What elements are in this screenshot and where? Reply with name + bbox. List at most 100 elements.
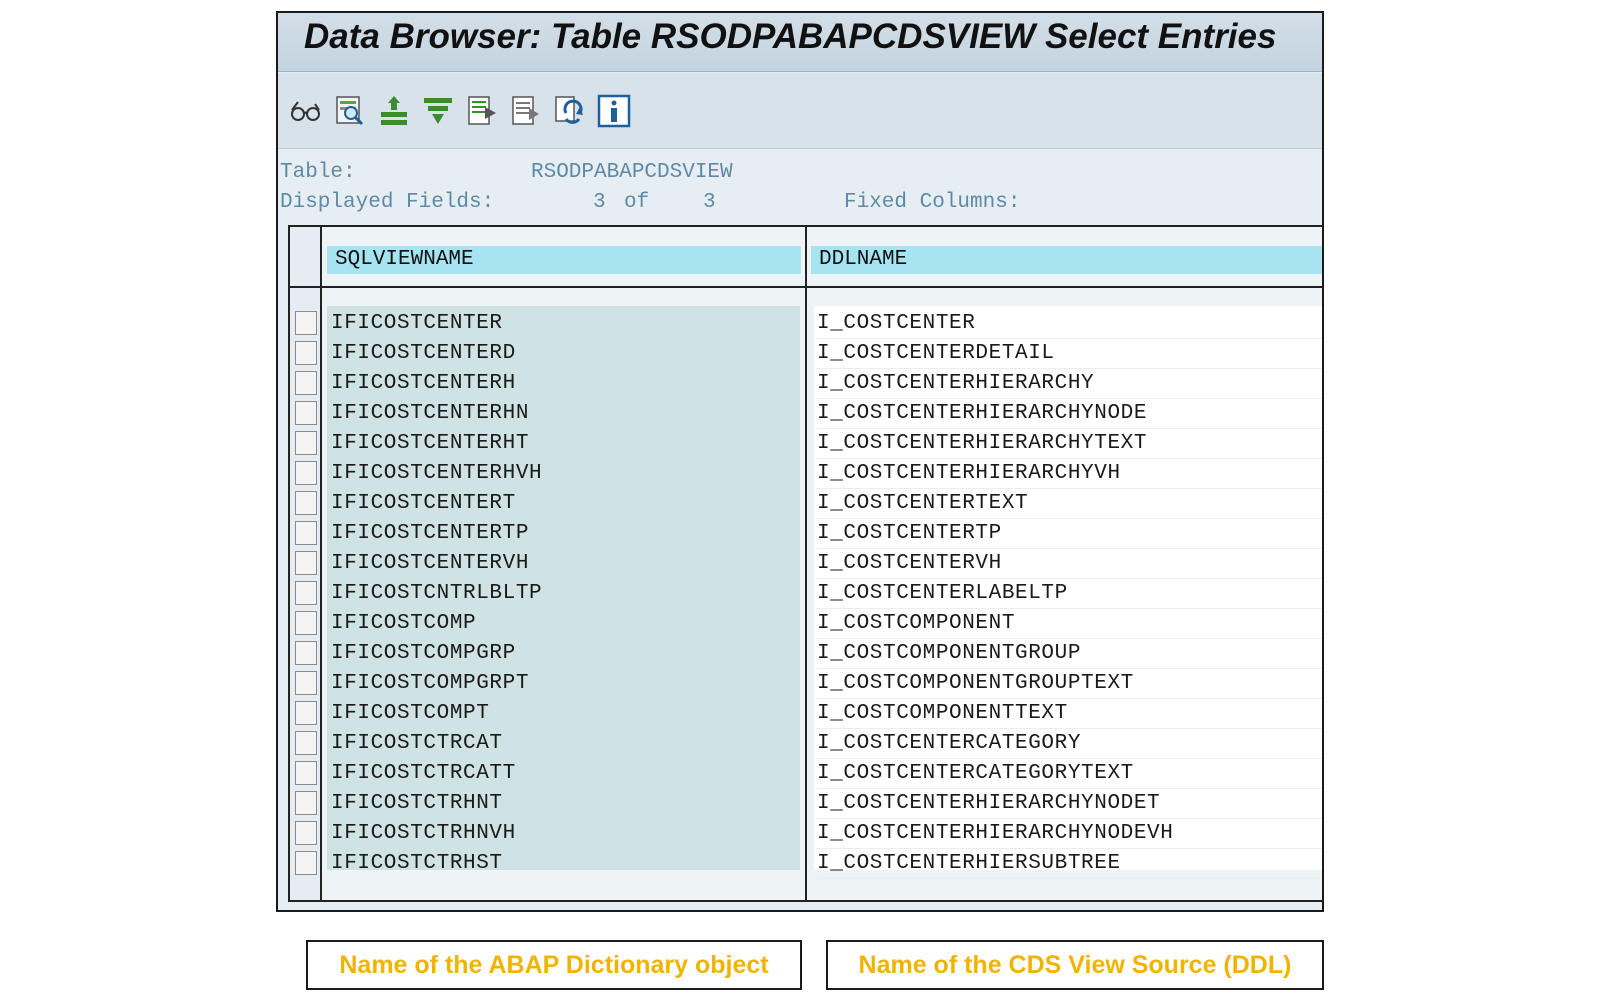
sqlviewname-cell[interactable]: IFICOSTCOMPGRPT — [331, 669, 529, 699]
ddlname-cell[interactable]: I_COSTCOMPONENT — [817, 609, 1015, 639]
ddlname-cell[interactable]: I_COSTCENTERTP — [817, 519, 1002, 549]
column-header-sqlviewname[interactable]: SQLVIEWNAME — [327, 246, 801, 274]
displayed-fields-of: of — [624, 191, 650, 214]
table-row[interactable]: IFICOSTCENTER I_COSTCENTER — [290, 309, 1322, 339]
row-select-checkbox[interactable] — [295, 611, 317, 635]
sqlviewname-cell[interactable]: IFICOSTCOMP — [331, 609, 476, 639]
table-row[interactable]: IFICOSTCTRHNVH I_COSTCENTERHIERARCHYNODEV… — [290, 819, 1322, 849]
row-select-checkbox[interactable] — [295, 641, 317, 665]
ddlname-cell[interactable]: I_COSTCOMPONENTTEXT — [817, 699, 1068, 729]
row-select-checkbox[interactable] — [295, 761, 317, 785]
displayed-fields-total: 3 — [703, 191, 716, 214]
sqlviewname-cell[interactable]: IFICOSTCENTERH — [331, 369, 516, 399]
displayed-fields-count: 3 — [593, 191, 606, 214]
list-output-icon[interactable] — [508, 93, 544, 129]
table-row[interactable]: IFICOSTCOMPGRPT I_COSTCOMPONENTGROUPTEXT — [290, 669, 1322, 699]
application-toolbar — [278, 73, 1322, 149]
table-row[interactable]: IFICOSTCNTRLBLTP I_COSTCENTERLABELTP — [290, 579, 1322, 609]
sqlviewname-cell[interactable]: IFICOSTCOMPGRP — [331, 639, 516, 669]
sqlviewname-cell[interactable]: IFICOSTCENTERHN — [331, 399, 529, 429]
sqlviewname-cell[interactable]: IFICOSTCTRHST — [331, 849, 503, 879]
sqlviewname-cell[interactable]: IFICOSTCENTER — [331, 309, 503, 339]
ddlname-cell[interactable]: I_COSTCENTERHIERARCHY — [817, 369, 1094, 399]
glasses-icon[interactable] — [288, 93, 324, 129]
export-icon[interactable] — [464, 93, 500, 129]
window-title: Data Browser: Table RSODPABAPCDSVIEW Sel… — [304, 17, 1277, 56]
ddlname-cell[interactable]: I_COSTCENTERHIERSUBTREE — [817, 849, 1121, 879]
row-select-checkbox[interactable] — [295, 371, 317, 395]
row-select-checkbox[interactable] — [295, 851, 317, 875]
sort-ascending-icon[interactable] — [376, 93, 412, 129]
ddlname-cell[interactable]: I_COSTCENTERTEXT — [817, 489, 1028, 519]
filter-icon[interactable] — [420, 93, 456, 129]
callout-cds-view-source: Name of the CDS View Source (DDL) — [826, 940, 1324, 990]
table-row[interactable]: IFICOSTCENTERT I_COSTCENTERTEXT — [290, 489, 1322, 519]
fixed-columns-label: Fixed Columns: — [844, 191, 1021, 214]
sqlviewname-cell[interactable]: IFICOSTCENTERVH — [331, 549, 529, 579]
column-header-ddlname[interactable]: DDLNAME — [811, 246, 1322, 274]
table-row[interactable]: IFICOSTCENTERVH I_COSTCENTERVH — [290, 549, 1322, 579]
table-row[interactable]: IFICOSTCENTERH I_COSTCENTERHIERARCHY — [290, 369, 1322, 399]
table-row[interactable]: IFICOSTCTRHNT I_COSTCENTERHIERARCHYNODET — [290, 789, 1322, 819]
row-select-checkbox[interactable] — [295, 731, 317, 755]
table-row[interactable]: IFICOSTCOMPT I_COSTCOMPONENTTEXT — [290, 699, 1322, 729]
sqlviewname-cell[interactable]: IFICOSTCENTERTP — [331, 519, 529, 549]
ddlname-cell[interactable]: I_COSTCENTERVH — [817, 549, 1002, 579]
row-select-checkbox[interactable] — [295, 791, 317, 815]
callout-abap-dictionary: Name of the ABAP Dictionary object — [306, 940, 802, 990]
row-select-checkbox[interactable] — [295, 311, 317, 335]
results-grid: SQLVIEWNAME DDLNAME IFICOSTCENTER I_COSTC… — [288, 225, 1322, 902]
table-row[interactable]: IFICOSTCENTERHN I_COSTCENTERHIERARCHYNODE — [290, 399, 1322, 429]
data-browser-window: Data Browser: Table RSODPABAPCDSVIEW Sel… — [276, 11, 1324, 912]
ddlname-cell[interactable]: I_COSTCENTERLABELTP — [817, 579, 1068, 609]
ddlname-cell[interactable]: I_COSTCENTERHIERARCHYNODEVH — [817, 819, 1173, 849]
sqlviewname-cell[interactable]: IFICOSTCENTERD — [331, 339, 516, 369]
refresh-icon[interactable] — [552, 93, 588, 129]
row-select-checkbox[interactable] — [295, 671, 317, 695]
table-row[interactable]: IFICOSTCENTERTP I_COSTCENTERTP — [290, 519, 1322, 549]
ddlname-cell[interactable]: I_COSTCENTER — [817, 309, 975, 339]
ddlname-cell[interactable]: I_COSTCENTERHIERARCHYTEXT — [817, 429, 1147, 459]
header-divider — [290, 286, 1322, 288]
sqlviewname-cell[interactable]: IFICOSTCENTERHT — [331, 429, 529, 459]
row-select-checkbox[interactable] — [295, 821, 317, 845]
row-select-checkbox[interactable] — [295, 341, 317, 365]
row-select-checkbox[interactable] — [295, 701, 317, 725]
ddlname-cell[interactable]: I_COSTCENTERHIERARCHYVH — [817, 459, 1121, 489]
row-select-checkbox[interactable] — [295, 431, 317, 455]
sqlviewname-cell[interactable]: IFICOSTCNTRLBLTP — [331, 579, 542, 609]
ddlname-cell[interactable]: I_COSTCENTERHIERARCHYNODET — [817, 789, 1160, 819]
row-select-checkbox[interactable] — [295, 551, 317, 575]
sqlviewname-cell[interactable]: IFICOSTCTRCATT — [331, 759, 516, 789]
row-select-checkbox[interactable] — [295, 401, 317, 425]
table-row[interactable]: IFICOSTCENTERHVH I_COSTCENTERHIERARCHYVH — [290, 459, 1322, 489]
table-row[interactable]: IFICOSTCOMPGRP I_COSTCOMPONENTGROUP — [290, 639, 1322, 669]
sqlviewname-cell[interactable]: IFICOSTCOMPT — [331, 699, 489, 729]
sqlviewname-cell[interactable]: IFICOSTCENTERT — [331, 489, 516, 519]
table-row[interactable]: IFICOSTCTRCATT I_COSTCENTERCATEGORYTEXT — [290, 759, 1322, 789]
sqlviewname-cell[interactable]: IFICOSTCENTERHVH — [331, 459, 542, 489]
row-select-checkbox[interactable] — [295, 581, 317, 605]
ddlname-cell[interactable]: I_COSTCENTERDETAIL — [817, 339, 1055, 369]
row-select-checkbox[interactable] — [295, 461, 317, 485]
row-select-checkbox[interactable] — [295, 491, 317, 515]
table-name-value: RSODPABAPCDSVIEW — [531, 161, 733, 184]
ddlname-cell[interactable]: I_COSTCOMPONENTGROUP — [817, 639, 1081, 669]
sqlviewname-cell[interactable]: IFICOSTCTRHNVH — [331, 819, 516, 849]
ddlname-cell[interactable]: I_COSTCENTERCATEGORY — [817, 729, 1081, 759]
info-icon[interactable] — [596, 93, 632, 129]
displayed-fields-label: Displayed Fields: — [280, 191, 495, 214]
sqlviewname-cell[interactable]: IFICOSTCTRCAT — [331, 729, 503, 759]
table-row[interactable]: IFICOSTCENTERD I_COSTCENTERDETAIL — [290, 339, 1322, 369]
row-select-checkbox[interactable] — [295, 521, 317, 545]
table-row[interactable]: IFICOSTCOMP I_COSTCOMPONENT — [290, 609, 1322, 639]
table-row[interactable]: IFICOSTCENTERHT I_COSTCENTERHIERARCHYTEXT — [290, 429, 1322, 459]
table-row[interactable]: IFICOSTCTRHST I_COSTCENTERHIERSUBTREE — [290, 849, 1322, 879]
detail-search-icon[interactable] — [332, 93, 368, 129]
row-separator — [817, 878, 1322, 879]
ddlname-cell[interactable]: I_COSTCOMPONENTGROUPTEXT — [817, 669, 1134, 699]
sqlviewname-cell[interactable]: IFICOSTCTRHNT — [331, 789, 503, 819]
ddlname-cell[interactable]: I_COSTCENTERHIERARCHYNODE — [817, 399, 1147, 429]
ddlname-cell[interactable]: I_COSTCENTERCATEGORYTEXT — [817, 759, 1134, 789]
table-row[interactable]: IFICOSTCTRCAT I_COSTCENTERCATEGORY — [290, 729, 1322, 759]
